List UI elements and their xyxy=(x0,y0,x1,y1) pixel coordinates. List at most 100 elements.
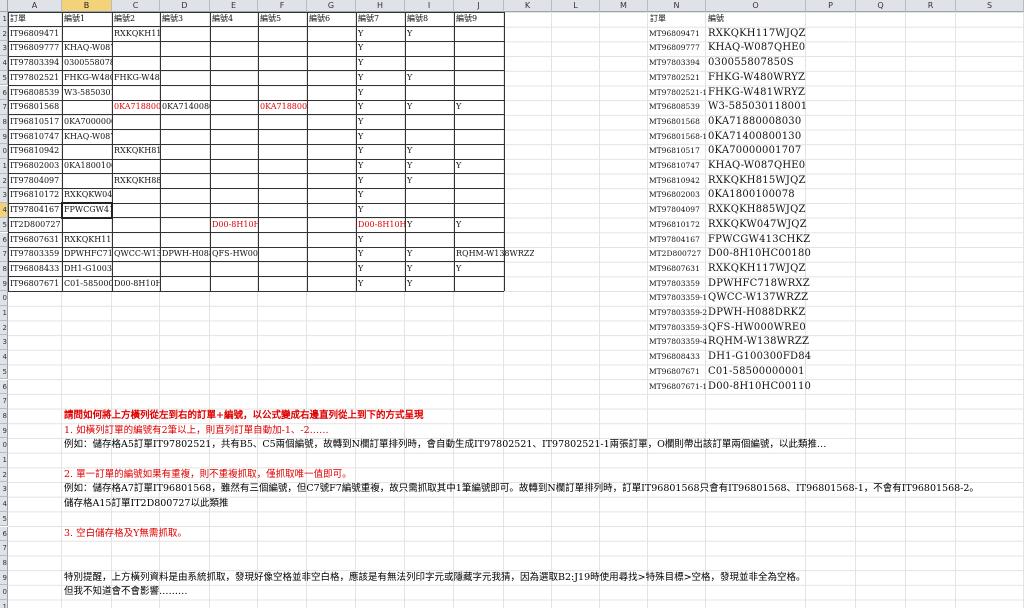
column-header-h[interactable]: H xyxy=(356,0,405,12)
cell[interactable]: MT97803359-4 xyxy=(649,335,707,350)
row-header[interactable]: 4 xyxy=(0,497,8,512)
cell[interactable]: 0KA70000001707 xyxy=(708,144,801,159)
cell[interactable]: DPWHFC718 xyxy=(62,247,112,261)
row-header[interactable]: 5 xyxy=(0,364,8,380)
select-all-corner[interactable] xyxy=(0,0,8,12)
cell[interactable]: D00-8H10HC0 xyxy=(210,218,258,232)
column-header-o[interactable]: O xyxy=(706,0,806,12)
column-header-n[interactable]: N xyxy=(648,0,706,12)
spreadsheet[interactable]: ABCDEFGHIJKLMNOPQRS 12345678901234567890… xyxy=(0,0,1024,608)
cell[interactable]: MT97803359-2 xyxy=(649,306,707,321)
cell[interactable]: DH1-G100300FD84 xyxy=(708,350,811,365)
cell[interactable]: RXKQKW047 xyxy=(62,188,112,202)
cell[interactable]: MT97802521-1 xyxy=(649,86,707,101)
cell[interactable]: Y xyxy=(356,188,405,202)
cell[interactable]: D00-8H10HC0 xyxy=(112,277,160,291)
column-header-e[interactable]: E xyxy=(210,0,258,12)
column-header-c[interactable]: C xyxy=(112,0,160,12)
cell[interactable]: QWCC-W137WRZZ xyxy=(708,291,808,306)
column-header-a[interactable]: A xyxy=(8,0,62,12)
row-header[interactable]: 1 xyxy=(0,453,8,468)
cell[interactable]: 編號9 xyxy=(454,12,504,26)
cell[interactable]: Y xyxy=(405,277,454,291)
column-header-i[interactable]: I xyxy=(405,0,454,12)
cell[interactable]: 0KA70000001? xyxy=(62,115,112,129)
cell[interactable]: Y xyxy=(405,159,454,173)
row-header[interactable]: 3 xyxy=(0,335,8,351)
cell[interactable]: QWCC-W137 xyxy=(112,247,160,261)
cell[interactable]: Y xyxy=(356,100,405,114)
cell[interactable]: KHAQ-W087Q xyxy=(62,41,112,55)
cell[interactable]: FHKG-W480WRYZ xyxy=(708,71,805,86)
cell[interactable]: FHKG-W481W xyxy=(112,71,160,85)
cell[interactable]: D00-8H10HC00110 xyxy=(708,380,811,395)
cell[interactable]: W3-585030118001 xyxy=(62,86,112,100)
cell[interactable]: IT96807671 xyxy=(8,277,62,291)
cell[interactable]: RQHM-W138WRZZ xyxy=(708,335,809,350)
cell[interactable]: RXKQKH885WJQZ xyxy=(708,203,806,218)
cell[interactable]: DPWHFC718WRXZ xyxy=(708,277,810,292)
cell[interactable]: RXKQKH815V xyxy=(112,144,160,158)
row-header[interactable]: 8 xyxy=(0,408,8,424)
cell[interactable]: IT96810747 xyxy=(8,130,62,144)
cell[interactable]: MT96801568-1 xyxy=(649,130,707,145)
column-header-g[interactable]: G xyxy=(307,0,356,12)
row-header[interactable]: 5 xyxy=(0,511,8,527)
cell[interactable]: FPWCGW413CHKZ xyxy=(708,233,810,248)
cell[interactable]: MT97803394 xyxy=(649,56,700,71)
row-header[interactable]: 9 xyxy=(0,570,8,586)
cell[interactable]: KHAQ-W087QHE0 xyxy=(708,159,805,174)
cell[interactable]: Y xyxy=(454,100,534,114)
cell[interactable]: Y xyxy=(356,86,405,100)
cell[interactable]: 訂單 xyxy=(8,12,62,26)
cell[interactable]: IT96809777 xyxy=(8,41,62,55)
cell[interactable]: 編號8 xyxy=(405,12,454,26)
cell[interactable]: RXKQKH117WJQZ xyxy=(708,27,806,42)
cell[interactable]: IT96810172 xyxy=(8,188,62,202)
cell[interactable]: RXKQKH117WJQZ xyxy=(708,262,806,277)
cell[interactable]: 編號3 xyxy=(160,12,210,26)
cell[interactable]: IT97803394 xyxy=(8,56,62,70)
cell[interactable]: 0KA71400800130 xyxy=(708,130,801,145)
cell[interactable]: IT96810517 xyxy=(8,115,62,129)
cell[interactable]: D00-8H10HC00180 xyxy=(708,247,811,262)
cell[interactable]: MT96807671 xyxy=(649,365,700,380)
cell[interactable]: 030055807850S xyxy=(708,56,794,71)
cell[interactable]: Y xyxy=(454,159,534,173)
cell[interactable]: 0KA1800100078 xyxy=(708,188,795,203)
cell[interactable]: Y xyxy=(356,71,405,85)
cell[interactable]: 編號7 xyxy=(356,12,405,26)
cell[interactable]: 編號1 xyxy=(62,12,112,26)
cell[interactable]: MT97804167 xyxy=(649,233,700,248)
row-header[interactable]: 7 xyxy=(0,394,8,409)
cell[interactable]: 0KA718800080 xyxy=(112,100,160,114)
row-header[interactable]: 3 xyxy=(0,482,8,498)
column-header-k[interactable]: K xyxy=(504,0,552,12)
column-header-q[interactable]: Q xyxy=(856,0,906,12)
cell[interactable]: MT97803359-1 xyxy=(649,291,707,306)
cell[interactable]: Y xyxy=(454,218,534,232)
cell[interactable]: Y xyxy=(356,262,405,276)
cell[interactable]: Y xyxy=(356,115,405,129)
cell[interactable]: Y xyxy=(405,27,454,41)
cell[interactable]: Y xyxy=(454,262,534,276)
cell[interactable]: IT96810942 xyxy=(8,144,62,158)
cell[interactable]: MT96807631 xyxy=(649,262,700,277)
cell[interactable]: IT97803359 xyxy=(8,247,62,261)
cell[interactable]: RQHM-W138WRZZ xyxy=(454,247,534,261)
cell[interactable]: MT96810517 xyxy=(649,144,700,159)
cell[interactable]: FPWCGW413 xyxy=(62,203,112,217)
cell[interactable]: Y xyxy=(405,262,454,276)
cell[interactable]: Y xyxy=(356,56,405,70)
cell[interactable]: IT2D800727 xyxy=(8,218,62,232)
row-header[interactable]: 6 xyxy=(0,526,8,542)
cell[interactable]: Y xyxy=(356,174,405,188)
cell[interactable]: MT96807671-1 xyxy=(649,380,707,395)
cell[interactable]: RXKQKH815WJQZ xyxy=(708,174,806,189)
row-header[interactable]: 0 xyxy=(0,585,8,600)
cell[interactable]: IT96808433 xyxy=(8,262,62,276)
cell[interactable]: 編號5 xyxy=(258,12,307,26)
cell[interactable]: 0KA71400800130 xyxy=(160,100,210,114)
cell[interactable]: MT96808539 xyxy=(649,100,700,115)
row-header[interactable]: 1 xyxy=(0,306,8,321)
